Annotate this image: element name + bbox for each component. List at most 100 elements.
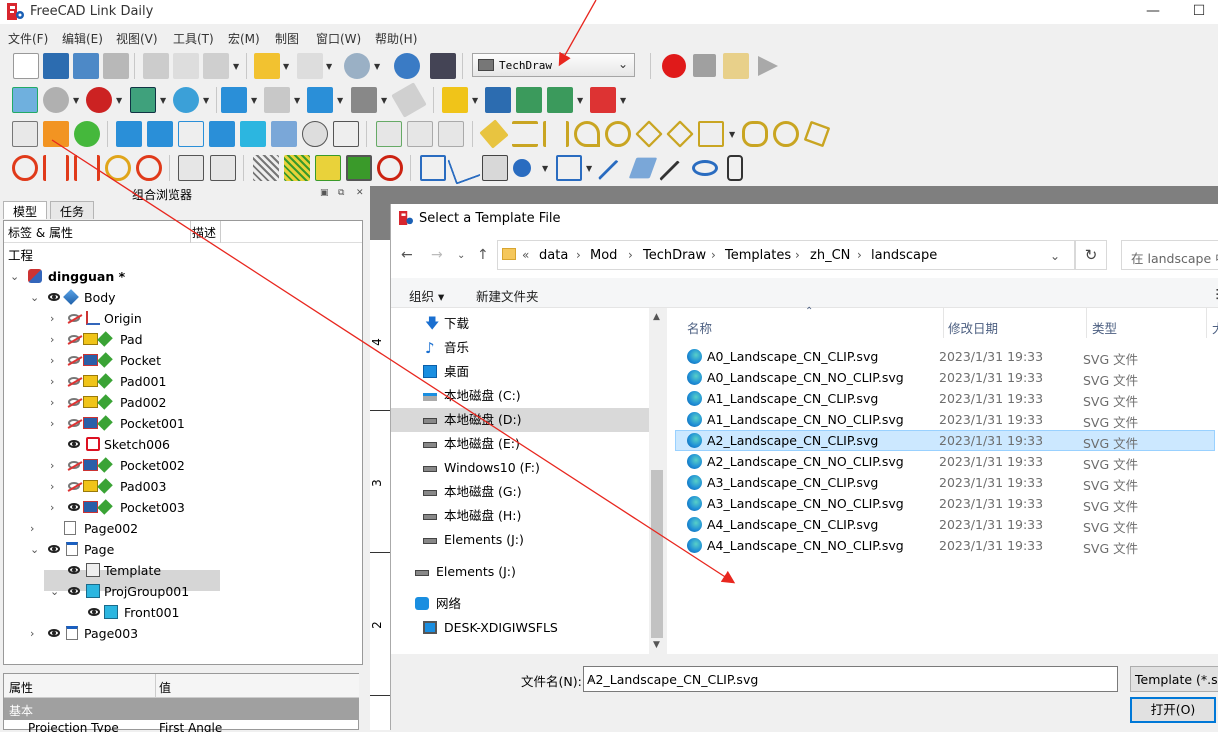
refresh-check-icon[interactable] bbox=[344, 53, 370, 79]
file-row[interactable]: A3_Landscape_CN_NO_CLIP.svg 2023/1/31 19… bbox=[683, 493, 1218, 514]
chevron-down-icon[interactable]: ▼ bbox=[326, 62, 332, 71]
chevron-down-icon[interactable]: ▼ bbox=[203, 96, 209, 105]
tree-item-pad002[interactable]: › Pad002 bbox=[4, 392, 360, 413]
chevron-right-icon[interactable]: › bbox=[857, 248, 862, 262]
detail-view-icon[interactable] bbox=[271, 121, 297, 147]
diameter-dimension-icon[interactable] bbox=[605, 121, 631, 147]
file-row[interactable]: A0_Landscape_CN_CLIP.svg 2023/1/31 19:33… bbox=[683, 346, 1218, 367]
chevron-down-icon[interactable]: ▼ bbox=[542, 164, 548, 173]
nav-item-drive-f[interactable]: Windows10 (F:) bbox=[391, 456, 649, 480]
copy-icon[interactable] bbox=[173, 53, 199, 79]
chevron-down-icon[interactable]: ▼ bbox=[472, 96, 478, 105]
tree-item-sketch006[interactable]: Sketch006 bbox=[4, 434, 360, 455]
view-zoom-icon[interactable] bbox=[173, 87, 199, 113]
chevron-down-icon[interactable]: ⌄ bbox=[587, 672, 1111, 683]
tree-item-template[interactable]: Template bbox=[4, 560, 360, 581]
shape-view-icon[interactable] bbox=[240, 121, 266, 147]
annotation-text-icon[interactable] bbox=[420, 155, 446, 181]
extent-dimension-icon[interactable] bbox=[698, 121, 724, 147]
breadcrumb-data[interactable]: data bbox=[539, 248, 568, 263]
new-document-icon[interactable] bbox=[13, 53, 39, 79]
tree-item-pocket003[interactable]: › Pocket003 bbox=[4, 497, 360, 518]
visibility-eye-icon[interactable] bbox=[68, 503, 80, 511]
column-divider[interactable] bbox=[1086, 308, 1087, 338]
visibility-eye-icon[interactable] bbox=[48, 545, 60, 553]
menu-drawing[interactable]: 制图 bbox=[275, 30, 299, 47]
print-icon[interactable] bbox=[103, 53, 129, 79]
chevron-down-icon[interactable]: ▼ bbox=[577, 96, 583, 105]
scrollbar-thumb[interactable] bbox=[651, 470, 663, 638]
template-page-icon[interactable] bbox=[43, 121, 69, 147]
tree-item-pad003[interactable]: › Pad003 bbox=[4, 476, 360, 497]
recent-locations-chevron-icon[interactable]: ⌄ bbox=[457, 250, 465, 261]
tree-item-origin[interactable]: › Origin bbox=[4, 308, 360, 329]
hidden-eye-icon[interactable] bbox=[68, 461, 80, 469]
tree-header-label[interactable]: 标签 & 属性 bbox=[8, 224, 73, 241]
radius-dimension-icon[interactable] bbox=[574, 121, 600, 147]
horizontal-dimension-icon[interactable] bbox=[512, 121, 538, 147]
tree-header-description[interactable]: 描述 bbox=[192, 224, 216, 241]
search-input[interactable]: 在 landscape 中 bbox=[1121, 240, 1218, 270]
chevron-right-icon[interactable]: › bbox=[576, 248, 581, 262]
float-panel-icon[interactable]: ▣ bbox=[320, 188, 329, 198]
box-view-icon[interactable] bbox=[351, 87, 377, 113]
chevron-right-icon[interactable]: › bbox=[50, 413, 54, 434]
file-row-selected[interactable]: A2_Landscape_CN_CLIP.svg 2023/1/31 19:33… bbox=[675, 430, 1215, 451]
column-divider[interactable] bbox=[155, 674, 156, 698]
tree-item-page002[interactable]: › Page002 bbox=[4, 518, 360, 539]
view-icon[interactable] bbox=[116, 121, 142, 147]
export-dxf-icon[interactable] bbox=[210, 155, 236, 181]
2-lines-centerline-icon[interactable] bbox=[43, 155, 69, 181]
organize-button[interactable]: 组织 ▾ bbox=[409, 286, 444, 305]
vertical-dimension-icon[interactable] bbox=[543, 121, 569, 147]
file-row[interactable]: A4_Landscape_CN_CLIP.svg 2023/1/31 19:33… bbox=[683, 514, 1218, 535]
back-arrow-icon[interactable] bbox=[221, 87, 247, 113]
filename-input[interactable]: A2_Landscape_CN_CLIP.svg ⌄ bbox=[583, 666, 1118, 692]
file-row[interactable]: A3_Landscape_CN_CLIP.svg 2023/1/31 19:33… bbox=[683, 472, 1218, 493]
restore-panel-icon[interactable]: ⧉ bbox=[338, 188, 344, 198]
measure-icon[interactable] bbox=[391, 82, 427, 118]
column-name[interactable]: 名称 bbox=[687, 318, 712, 337]
visibility-eye-icon[interactable] bbox=[68, 440, 80, 448]
hidden-eye-icon[interactable] bbox=[68, 482, 80, 490]
tree-item-page[interactable]: ⌄ Page bbox=[4, 539, 360, 560]
draw-style-icon[interactable] bbox=[86, 87, 112, 113]
maximize-button[interactable]: ☐ bbox=[1176, 0, 1218, 24]
menu-file[interactable]: 文件(F) bbox=[8, 30, 48, 47]
open-button[interactable]: 打开(O) bbox=[1130, 697, 1216, 723]
fit-all-icon[interactable] bbox=[12, 87, 38, 113]
hatch-icon[interactable] bbox=[253, 155, 279, 181]
geom-hatch-icon[interactable] bbox=[284, 155, 310, 181]
property-row[interactable]: Projection Type First Angle bbox=[4, 720, 359, 732]
image-icon[interactable] bbox=[315, 155, 341, 181]
minimize-button[interactable]: — bbox=[1130, 0, 1176, 24]
chevron-down-icon[interactable]: ▼ bbox=[283, 62, 289, 71]
menu-macro[interactable]: 宏(M) bbox=[228, 30, 260, 47]
macro-record-icon[interactable] bbox=[662, 54, 686, 78]
chevron-down-icon[interactable]: ▼ bbox=[233, 62, 239, 71]
chevron-down-icon[interactable]: ▼ bbox=[337, 96, 343, 105]
link-icon[interactable] bbox=[516, 87, 542, 113]
axis-cross-icon[interactable] bbox=[590, 87, 616, 113]
midpoints-icon[interactable] bbox=[556, 155, 582, 181]
nav-item-drive-c[interactable]: 本地磁盘 (C:) bbox=[391, 384, 649, 408]
macro-run-icon[interactable] bbox=[754, 53, 780, 79]
cosmetic-vertex-icon[interactable] bbox=[513, 159, 531, 177]
menu-view[interactable]: 视图(V) bbox=[116, 30, 158, 47]
visibility-eye-icon[interactable] bbox=[48, 293, 60, 301]
undo-icon[interactable] bbox=[254, 53, 280, 79]
menu-tools[interactable]: 工具(T) bbox=[173, 30, 214, 47]
nav-item-elements-j[interactable]: Elements (J:) bbox=[391, 560, 649, 584]
breadcrumb-mod[interactable]: Mod bbox=[590, 248, 617, 263]
image-view-icon[interactable] bbox=[346, 155, 372, 181]
nav-item-music[interactable]: ♪ 音乐 bbox=[391, 336, 649, 360]
zoom-icon[interactable] bbox=[43, 87, 69, 113]
dialog-titlebar[interactable]: Select a Template File bbox=[391, 204, 1218, 234]
projection-group-icon[interactable] bbox=[178, 121, 204, 147]
nav-item-drive-j[interactable]: Elements (J:) bbox=[391, 528, 649, 552]
navigation-scrollbar[interactable]: ▲ ▼ bbox=[649, 308, 665, 654]
up-arrow-icon[interactable] bbox=[307, 87, 333, 113]
clip-remove-icon[interactable] bbox=[438, 121, 464, 147]
chevron-right-icon[interactable]: › bbox=[50, 371, 54, 392]
chevron-down-icon[interactable]: ▼ bbox=[160, 96, 166, 105]
